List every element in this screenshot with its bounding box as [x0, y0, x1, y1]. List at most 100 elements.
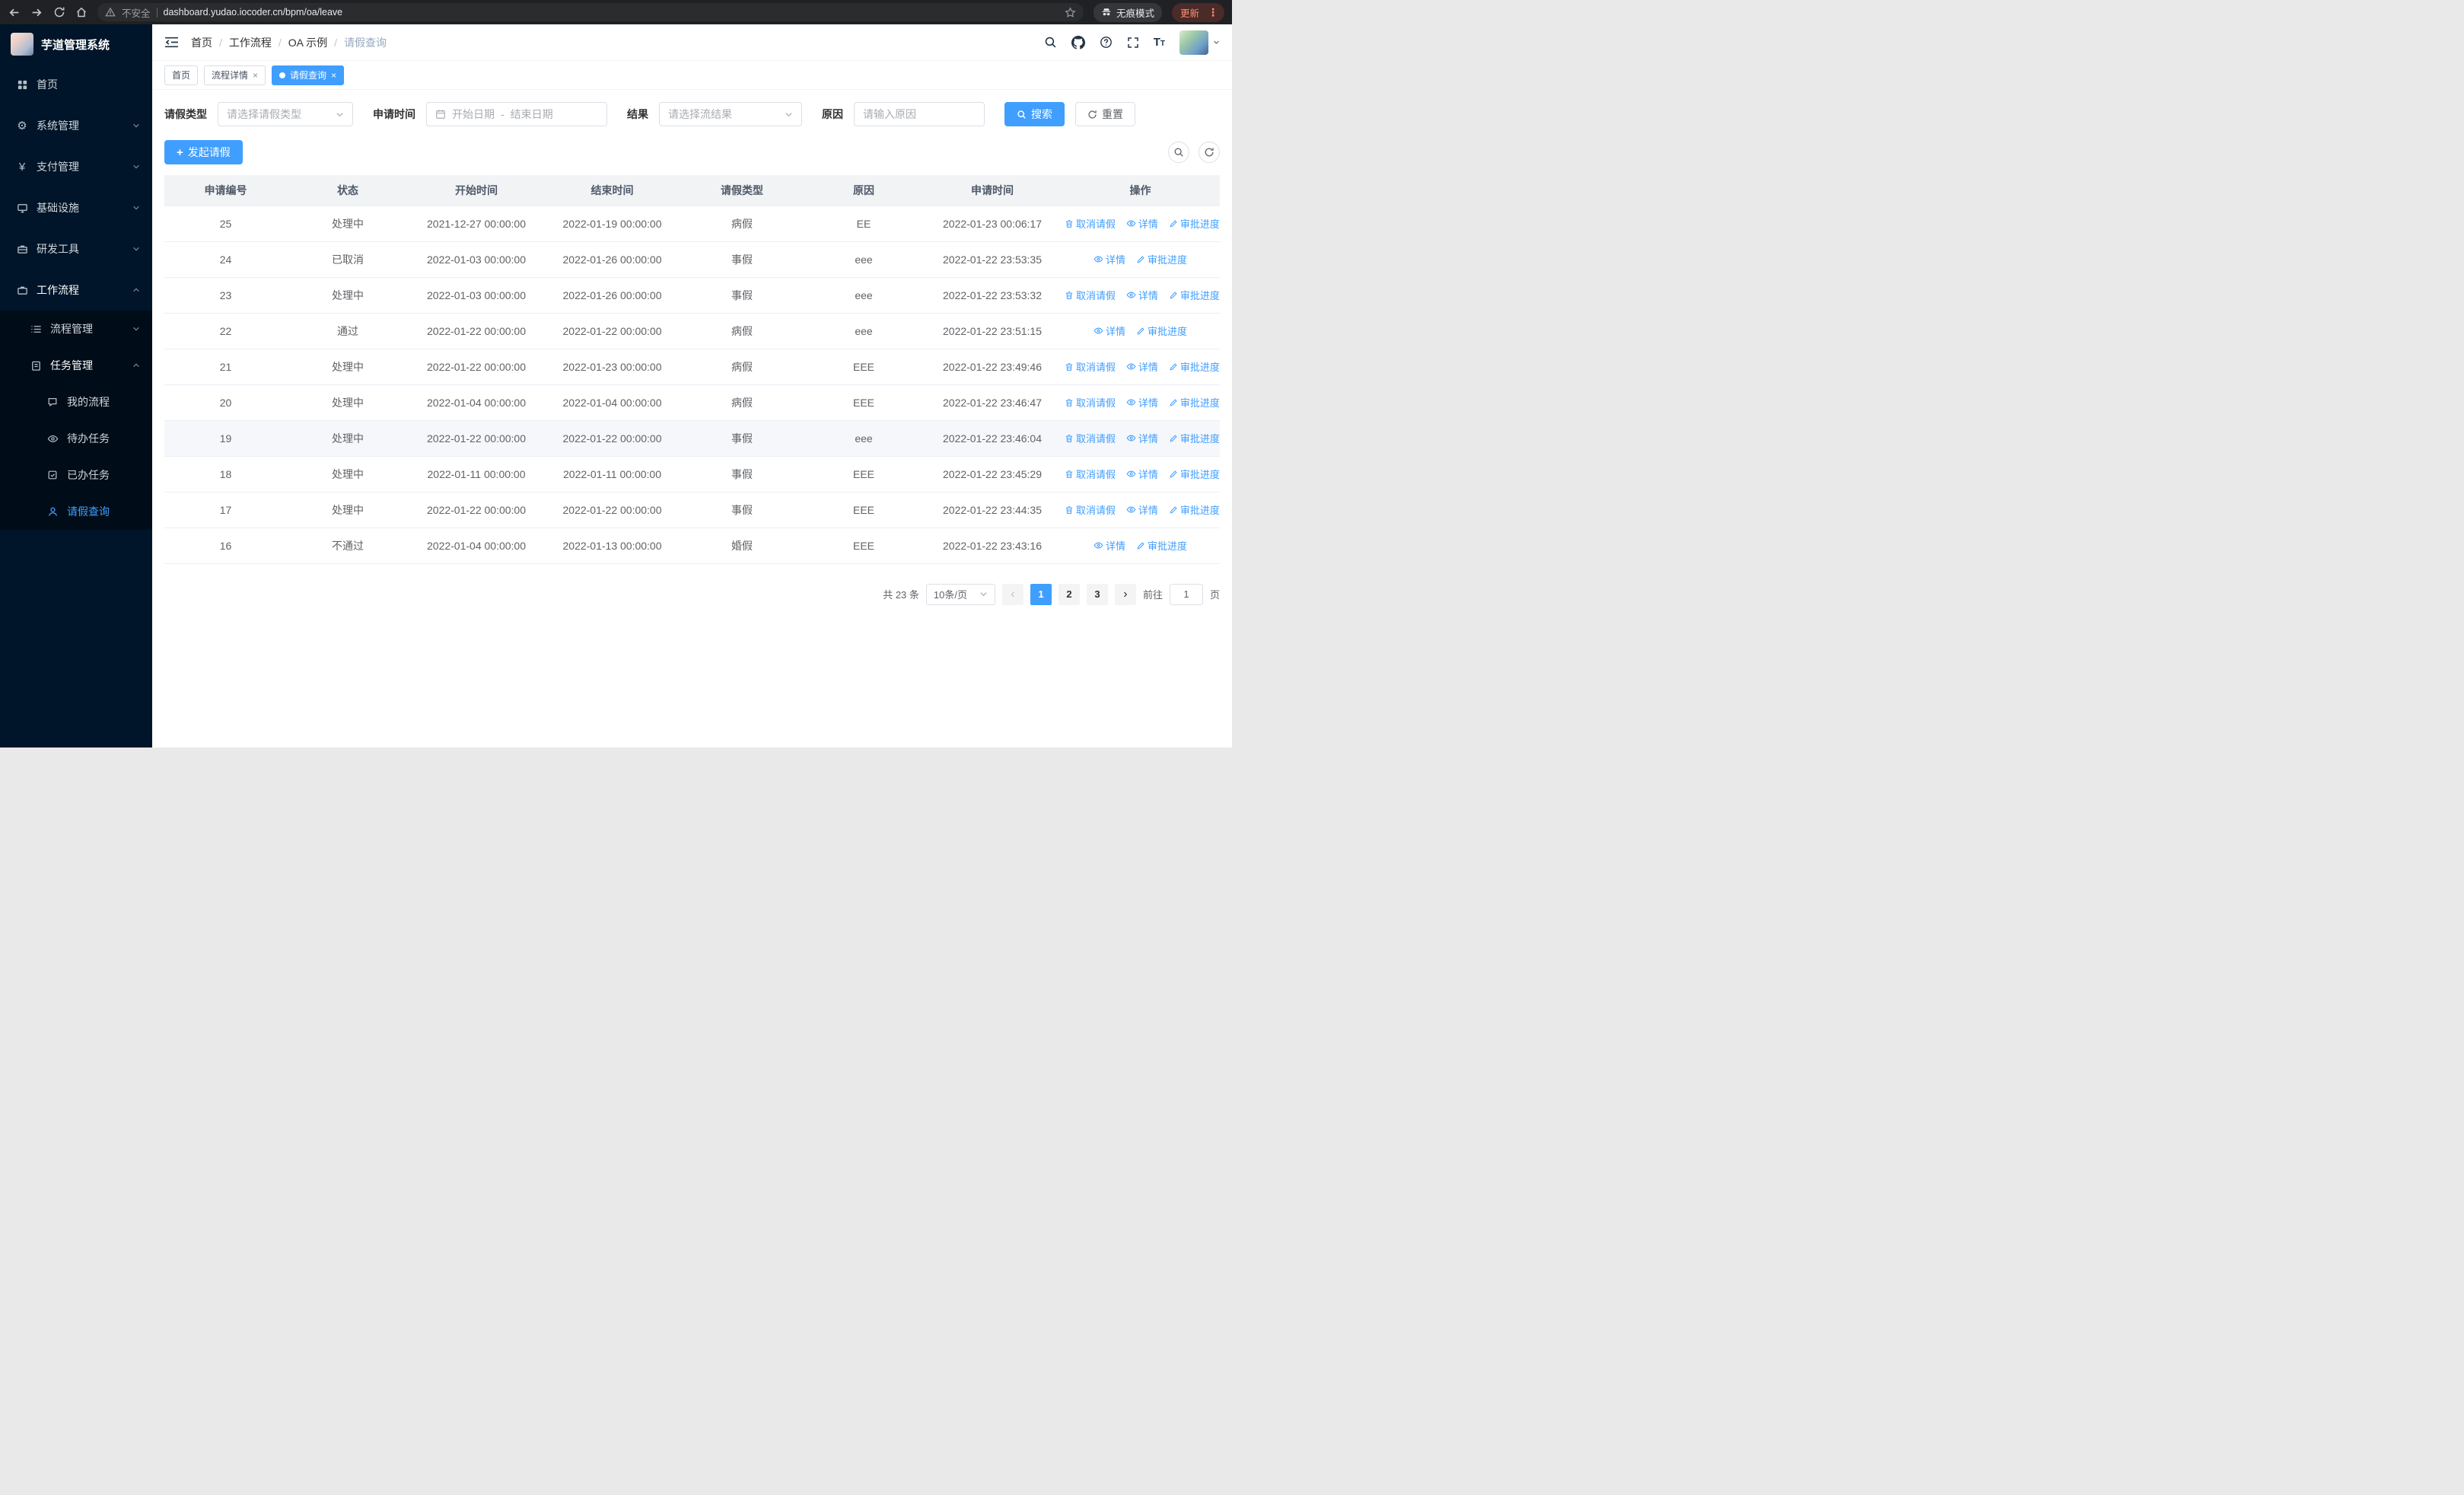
app-logo[interactable]: 芋道管理系统 [0, 24, 152, 64]
reload-icon[interactable] [53, 6, 65, 18]
reason-input[interactable] [855, 103, 984, 126]
approval-progress-link[interactable]: 审批进度 [1169, 395, 1220, 410]
prev-page-button[interactable]: ‹ [1001, 583, 1023, 605]
leave-type-select[interactable]: 请选择请假类型 [218, 102, 353, 126]
create-leave-button[interactable]: + 发起请假 [164, 140, 243, 164]
cell-status: 通过 [287, 313, 409, 349]
col-start-time: 开始时间 [409, 175, 544, 206]
update-button[interactable]: 更新 ⋮ [1171, 2, 1224, 22]
detail-link[interactable]: 详情 [1126, 359, 1158, 374]
user-avatar [1179, 30, 1208, 55]
search-icon[interactable] [1044, 36, 1057, 49]
cell-apply-id: 23 [164, 277, 287, 314]
sidebar-item-system-mgmt[interactable]: ⚙ 系统管理 [0, 105, 152, 146]
reason-label: 原因 [822, 108, 843, 120]
breadcrumb-item-workflow[interactable]: 工作流程 [229, 35, 272, 50]
table-toolbar: + 发起请假 [164, 140, 1220, 164]
tab-process-detail[interactable]: 流程详情 × [204, 65, 266, 85]
cell-actions: 取消请假 详情 审批进度 [1061, 206, 1220, 242]
detail-link[interactable]: 详情 [1126, 431, 1158, 445]
detail-link[interactable]: 详情 [1094, 252, 1125, 266]
cancel-leave-link[interactable]: 取消请假 [1065, 216, 1116, 231]
tab-leave-query[interactable]: 请假查询 × [272, 65, 345, 85]
toggle-search-icon[interactable] [1168, 142, 1189, 163]
next-page-button[interactable]: › [1114, 583, 1136, 605]
detail-link[interactable]: 详情 [1126, 467, 1158, 481]
col-reason: 原因 [804, 175, 924, 206]
reset-button[interactable]: 重置 [1075, 102, 1135, 126]
main-area: 首页 / 工作流程 / OA 示例 / 请假查询 TT 首页 流程详情 × 请假… [152, 24, 1232, 748]
search-button[interactable]: 搜索 [1004, 102, 1065, 126]
approval-progress-link[interactable]: 审批进度 [1169, 288, 1220, 302]
sidebar-item-dev-tools[interactable]: 研发工具 [0, 228, 152, 269]
sidebar-item-infrastructure[interactable]: 基础设施 [0, 187, 152, 228]
app-title: 芋道管理系统 [41, 38, 110, 52]
cell-apply-time: 2022-01-22 23:46:04 [924, 420, 1061, 457]
sidebar-item-todo-tasks[interactable]: 待办任务 [0, 420, 152, 457]
cancel-leave-link[interactable]: 取消请假 [1065, 431, 1116, 445]
help-icon[interactable] [1100, 36, 1113, 49]
close-icon[interactable]: × [253, 71, 258, 80]
approval-progress-link[interactable]: 审批进度 [1136, 252, 1187, 266]
refresh-icon[interactable] [1199, 142, 1220, 163]
detail-link[interactable]: 详情 [1126, 216, 1158, 231]
approval-progress-link[interactable]: 审批进度 [1169, 502, 1220, 517]
page-button-2[interactable]: 2 [1058, 583, 1080, 605]
plus-icon: + [177, 145, 183, 159]
cell-actions: 详情 审批进度 [1061, 528, 1220, 564]
fullscreen-icon[interactable] [1127, 37, 1139, 49]
cancel-leave-link[interactable]: 取消请假 [1065, 395, 1116, 410]
forward-icon[interactable] [30, 6, 43, 19]
back-icon[interactable] [8, 6, 21, 19]
collapse-sidebar-icon[interactable] [164, 36, 179, 49]
approval-progress-link[interactable]: 审批进度 [1136, 538, 1187, 553]
sidebar-item-payment-mgmt[interactable]: ¥ 支付管理 [0, 146, 152, 187]
user-menu[interactable] [1179, 30, 1220, 55]
tab-home[interactable]: 首页 [164, 65, 199, 85]
page-size-select[interactable]: 10条/页 [925, 583, 995, 605]
close-icon[interactable]: × [331, 71, 336, 80]
cell-status: 不通过 [287, 528, 409, 564]
address-bar[interactable]: 不安全 dashboard.yudao.iocoder.cn/bpm/oa/le… [97, 3, 1084, 21]
sidebar-item-process-mgmt[interactable]: 流程管理 [0, 311, 152, 347]
cell-leave-type: 事假 [680, 420, 804, 457]
detail-link[interactable]: 详情 [1094, 538, 1125, 553]
result-select[interactable]: 请选择流结果 [659, 102, 802, 126]
browser-menu-icon[interactable]: ⋮ [1205, 6, 1221, 19]
bookmark-star-icon[interactable] [1065, 6, 1076, 18]
page-button-3[interactable]: 3 [1086, 583, 1108, 605]
approval-progress-link[interactable]: 审批进度 [1169, 216, 1220, 231]
sidebar-item-home[interactable]: 首页 [0, 64, 152, 105]
font-size-icon[interactable]: TT [1154, 37, 1165, 48]
detail-link[interactable]: 详情 [1126, 395, 1158, 410]
sidebar-item-leave-query[interactable]: 请假查询 [0, 493, 152, 530]
cancel-leave-link[interactable]: 取消请假 [1065, 359, 1116, 374]
cell-apply-id: 22 [164, 313, 287, 349]
sidebar-item-done-tasks[interactable]: 已办任务 [0, 457, 152, 493]
cell-apply-id: 17 [164, 492, 287, 528]
calendar-icon [435, 109, 446, 120]
col-end-time: 结束时间 [544, 175, 680, 206]
approval-progress-link[interactable]: 审批进度 [1169, 359, 1220, 374]
breadcrumb-item-oa-example[interactable]: OA 示例 [288, 35, 327, 50]
cancel-leave-link[interactable]: 取消请假 [1065, 502, 1116, 517]
breadcrumb-item-home[interactable]: 首页 [191, 35, 212, 50]
date-range-picker[interactable]: 开始日期 - 结束日期 [426, 102, 607, 126]
goto-page-input[interactable] [1169, 583, 1203, 605]
github-icon[interactable] [1071, 35, 1085, 49]
incognito-icon [1101, 7, 1112, 18]
detail-link[interactable]: 详情 [1094, 324, 1125, 338]
home-icon[interactable] [75, 6, 88, 18]
detail-link[interactable]: 详情 [1126, 288, 1158, 302]
sidebar-item-task-mgmt[interactable]: 任务管理 [0, 347, 152, 384]
approval-progress-link[interactable]: 审批进度 [1169, 467, 1220, 481]
page-button-1[interactable]: 1 [1030, 583, 1052, 605]
sidebar-item-my-process[interactable]: 我的流程 [0, 384, 152, 420]
cancel-leave-link[interactable]: 取消请假 [1065, 288, 1116, 302]
detail-link[interactable]: 详情 [1126, 502, 1158, 517]
sidebar-item-workflow[interactable]: 工作流程 [0, 269, 152, 311]
cell-leave-type: 事假 [680, 277, 804, 314]
cancel-leave-link[interactable]: 取消请假 [1065, 467, 1116, 481]
approval-progress-link[interactable]: 审批进度 [1169, 431, 1220, 445]
approval-progress-link[interactable]: 审批进度 [1136, 324, 1187, 338]
